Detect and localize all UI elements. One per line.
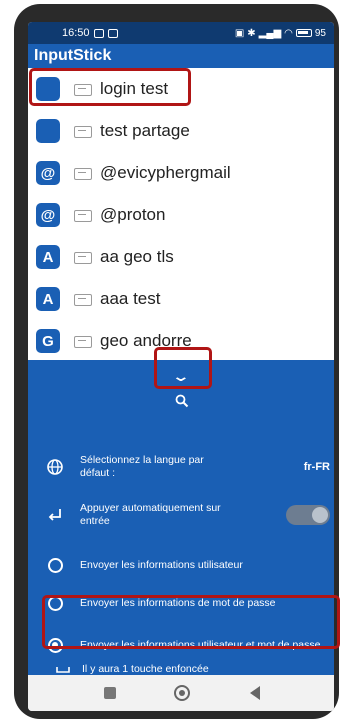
system-nav-bar — [28, 675, 334, 711]
wifi-icon: ◠ — [284, 27, 293, 39]
language-value[interactable]: fr-FR — [304, 461, 330, 474]
key-press-info: Il y aura 1 touche enfoncée — [82, 662, 209, 675]
entry-label: @evicyphergmail — [100, 163, 231, 182]
home-icon[interactable] — [174, 685, 190, 701]
entry-badge: G — [36, 329, 60, 353]
entry-label: aaa test — [100, 289, 161, 308]
app-bar: InputStick — [28, 44, 334, 68]
entry-badge: @ — [36, 203, 60, 227]
list-item[interactable]: A aaa test — [28, 278, 334, 320]
search-icon[interactable] — [175, 394, 189, 408]
entry-badge: @ — [36, 161, 60, 185]
highlight-chevron — [154, 347, 212, 389]
option-user-info[interactable]: Envoyer les informations utilisateur — [28, 555, 334, 575]
bluetooth-icon: ✱ — [247, 27, 256, 39]
entry-badge: A — [36, 245, 60, 269]
entry-label: test partage — [100, 121, 190, 140]
status-bar: 16:50 ▣ ✱ ▂▄▆ ◠ 95 — [28, 22, 334, 44]
auto-enter-label: Appuyer automatiquement sur entrée — [80, 502, 221, 527]
enter-key-icon — [48, 509, 61, 521]
globe-icon — [47, 459, 63, 475]
radio-button[interactable] — [47, 557, 63, 573]
auto-enter-row: Appuyer automatiquement sur entrée — [28, 500, 334, 530]
highlight-login-test — [29, 68, 191, 106]
list-item[interactable]: @ @proton — [28, 194, 334, 236]
keyboard-icon — [74, 166, 92, 180]
language-label: Sélectionnez la langue par défaut : — [80, 454, 204, 479]
entry-badge: A — [36, 287, 60, 311]
signal-icon: ▂▄▆ — [258, 27, 282, 39]
status-time: 16:50 — [62, 27, 90, 39]
key-press-info-row: Il y aura 1 touche enfoncée — [28, 662, 334, 676]
app-title: InputStick — [34, 47, 112, 64]
keyboard-icon — [74, 208, 92, 222]
keyboard-icon — [74, 250, 92, 264]
option-label: Envoyer les informations utilisateur — [80, 558, 243, 571]
recent-apps-icon[interactable] — [104, 687, 116, 699]
battery-icon — [295, 29, 312, 37]
keyboard-icon — [74, 334, 92, 348]
entry-badge — [36, 119, 60, 143]
list-item[interactable]: test partage — [28, 110, 334, 152]
nfc-icon: ▣ — [234, 27, 245, 39]
entry-list: login test test partage @ @evicyphergmai… — [28, 68, 334, 360]
back-icon[interactable] — [250, 686, 260, 700]
entry-label: @proton — [100, 205, 166, 224]
keyboard-icon — [74, 124, 92, 138]
keyboard-icon — [74, 292, 92, 306]
language-setting-row[interactable]: Sélectionnez la langue par défaut : fr-F… — [28, 452, 334, 482]
app-notification-icon — [107, 28, 118, 38]
gallery-notification-icon — [93, 28, 104, 38]
highlight-selected-option — [42, 595, 340, 649]
spacebar-icon — [56, 667, 70, 673]
auto-enter-toggle[interactable] — [286, 505, 330, 525]
entry-label: aa geo tls — [100, 247, 174, 266]
list-item[interactable]: A aa geo tls — [28, 236, 334, 278]
list-item[interactable]: @ @evicyphergmail — [28, 152, 334, 194]
battery-level: 95 — [314, 27, 326, 39]
